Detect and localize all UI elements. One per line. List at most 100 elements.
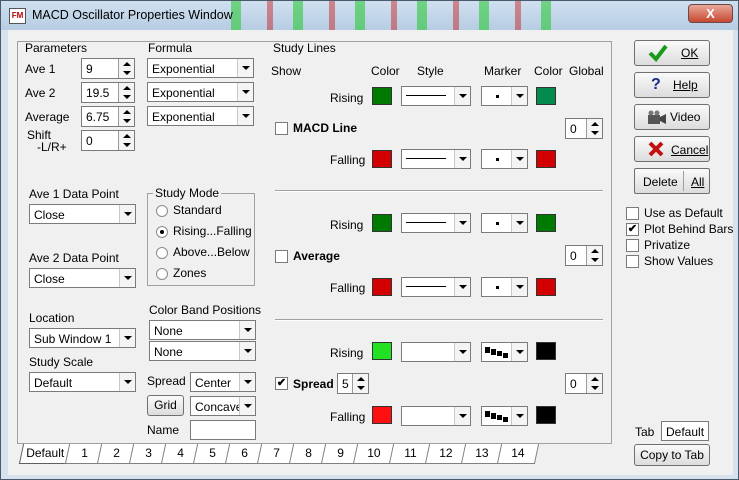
study-mode-zones-radio[interactable]: [156, 268, 168, 280]
grid-button[interactable]: Grid: [147, 395, 184, 416]
chevron-down-icon[interactable]: [454, 87, 470, 105]
chevron-down-icon[interactable]: [239, 397, 255, 415]
chevron-down-icon[interactable]: [239, 342, 255, 360]
chevron-down-icon[interactable]: [239, 321, 255, 339]
chevron-down-icon[interactable]: [511, 214, 527, 232]
average-falling-marker-select[interactable]: [481, 277, 528, 297]
spinner-arrows-icon[interactable]: [118, 59, 134, 78]
macd-rising-label: Rising: [330, 91, 364, 105]
show-values-checkbox[interactable]: [626, 255, 639, 268]
chevron-down-icon[interactable]: [454, 343, 470, 361]
spread-global-spinner[interactable]: 0: [565, 373, 603, 394]
macd-rising-marker-select[interactable]: [481, 86, 528, 106]
name-input[interactable]: [190, 420, 256, 440]
study-mode-above-below-radio[interactable]: [156, 247, 168, 259]
chevron-down-icon[interactable]: [237, 83, 253, 101]
chevron-down-icon[interactable]: [511, 278, 527, 296]
color-band-select-1[interactable]: None: [149, 320, 256, 340]
average-rising-marker-color-swatch[interactable]: [536, 214, 556, 232]
location-select[interactable]: Sub Window 1: [29, 328, 136, 348]
macd-global-spinner[interactable]: 0: [565, 118, 603, 139]
spread-rising-marker-select[interactable]: [481, 342, 528, 362]
chevron-down-icon[interactable]: [454, 214, 470, 232]
chevron-down-icon[interactable]: [511, 87, 527, 105]
chevron-down-icon[interactable]: [239, 373, 255, 391]
spread-falling-marker-select[interactable]: [481, 406, 528, 426]
help-button[interactable]: ? Help: [634, 72, 710, 98]
video-button[interactable]: Video: [634, 104, 710, 130]
ave1-data-point-select[interactable]: Close: [29, 204, 136, 224]
ave2-data-point-select[interactable]: Close: [29, 268, 136, 288]
spread-rising-style-select[interactable]: [401, 342, 471, 362]
use-as-default-checkbox[interactable]: [626, 207, 639, 220]
average-falling-color-swatch[interactable]: [372, 278, 392, 296]
delete-button[interactable]: Delete: [643, 175, 678, 189]
color-band-select-2[interactable]: None: [149, 341, 256, 361]
chevron-down-icon[interactable]: [511, 150, 527, 168]
spread-falling-color-swatch[interactable]: [372, 406, 392, 424]
spread-falling-style-select[interactable]: [401, 406, 471, 426]
average-falling-marker-color-swatch[interactable]: [536, 278, 556, 296]
privatize-checkbox[interactable]: [626, 239, 639, 252]
shift-spinner[interactable]: 0: [81, 130, 135, 151]
macd-line-checkbox[interactable]: [275, 122, 288, 135]
chevron-down-icon[interactable]: [119, 329, 135, 347]
chevron-down-icon[interactable]: [454, 150, 470, 168]
macd-falling-marker-select[interactable]: [481, 149, 528, 169]
chevron-down-icon[interactable]: [119, 205, 135, 223]
spinner-arrows-icon[interactable]: [586, 246, 602, 265]
tab-default[interactable]: Default: [18, 444, 72, 464]
average-rising-marker-select[interactable]: [481, 213, 528, 233]
study-mode-standard-radio[interactable]: [156, 205, 168, 217]
spinner-arrows-icon[interactable]: [586, 119, 602, 138]
study-mode-rising-falling-radio[interactable]: [156, 226, 168, 238]
spread-rising-marker-color-swatch[interactable]: [536, 342, 556, 360]
copy-to-tab-button[interactable]: Copy to Tab: [634, 444, 710, 466]
study-scale-select[interactable]: Default: [29, 372, 136, 392]
title-bar[interactable]: FM MACD Oscillator Properties Window X: [1, 1, 738, 30]
cancel-button[interactable]: Cancel: [634, 136, 710, 162]
spread-rising-color-swatch[interactable]: [372, 342, 392, 360]
close-button[interactable]: X: [688, 4, 733, 23]
chevron-down-icon[interactable]: [119, 269, 135, 287]
average-rising-style-select[interactable]: [401, 213, 471, 233]
all-button[interactable]: All: [691, 175, 704, 189]
spinner-arrows-icon[interactable]: [352, 374, 368, 393]
average-spinner[interactable]: 6.75: [81, 106, 135, 127]
macd-falling-marker-color-swatch[interactable]: [536, 150, 556, 168]
ave2-spinner[interactable]: 19.5: [81, 82, 135, 103]
grid-style-select[interactable]: Concave: [190, 396, 256, 416]
macd-falling-color-swatch[interactable]: [372, 150, 392, 168]
macd-rising-color-swatch[interactable]: [372, 87, 392, 105]
chevron-down-icon[interactable]: [511, 407, 527, 425]
ok-button[interactable]: OK: [634, 40, 710, 66]
formula-ave2-select[interactable]: Exponential: [147, 82, 254, 102]
spread-value-spinner[interactable]: 5: [337, 373, 369, 394]
spread-falling-marker-color-swatch[interactable]: [536, 406, 556, 424]
tab-14[interactable]: 14: [496, 444, 540, 464]
spread-checkbox[interactable]: ✔: [275, 377, 288, 390]
chevron-down-icon[interactable]: [454, 278, 470, 296]
spinner-arrows-icon[interactable]: [586, 374, 602, 393]
macd-falling-style-select[interactable]: [401, 149, 471, 169]
chevron-down-icon[interactable]: [237, 107, 253, 125]
macd-rising-style-select[interactable]: [401, 86, 471, 106]
chevron-down-icon[interactable]: [119, 373, 135, 391]
spread-position-select[interactable]: Center: [190, 372, 256, 392]
average-global-spinner[interactable]: 0: [565, 245, 603, 266]
chevron-down-icon[interactable]: [511, 343, 527, 361]
chevron-down-icon[interactable]: [237, 59, 253, 77]
macd-rising-marker-color-swatch[interactable]: [536, 87, 556, 105]
tab-name-input[interactable]: Default: [661, 421, 709, 441]
average-checkbox[interactable]: [275, 250, 288, 263]
formula-average-select[interactable]: Exponential: [147, 106, 254, 126]
formula-ave1-select[interactable]: Exponential: [147, 58, 254, 78]
average-rising-color-swatch[interactable]: [372, 214, 392, 232]
average-falling-style-select[interactable]: [401, 277, 471, 297]
spinner-arrows-icon[interactable]: [118, 83, 134, 102]
ave1-spinner[interactable]: 9: [81, 58, 135, 79]
spinner-arrows-icon[interactable]: [118, 131, 134, 150]
chevron-down-icon[interactable]: [454, 407, 470, 425]
spinner-arrows-icon[interactable]: [118, 107, 134, 126]
plot-behind-bars-checkbox[interactable]: ✔: [626, 223, 639, 236]
